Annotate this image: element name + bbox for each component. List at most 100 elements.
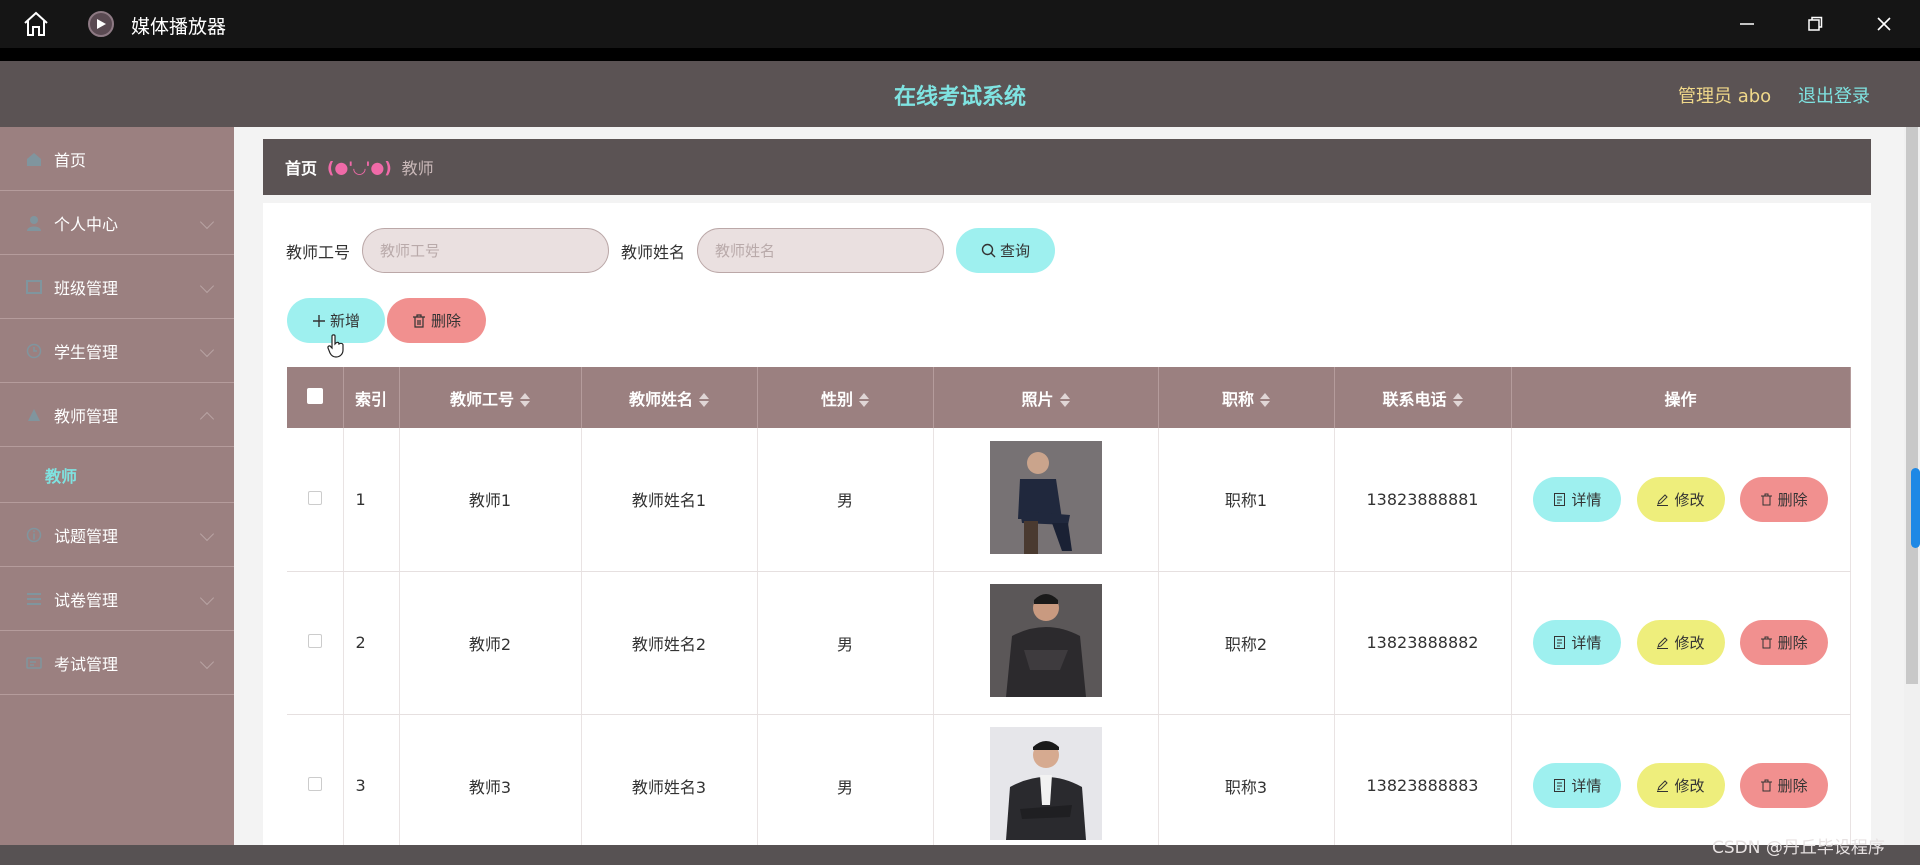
- query-button[interactable]: 查询: [956, 228, 1056, 273]
- hand-cursor-icon: [327, 334, 344, 358]
- teacher-photo[interactable]: [989, 727, 1102, 840]
- teacher-id-label: 教师工号: [286, 242, 351, 262]
- edit-icon: [1657, 637, 1669, 649]
- watermark: CSDN @丹丘毕设程序: [1712, 838, 1885, 858]
- sidebar-item-questions[interactable]: 试题管理: [0, 503, 234, 567]
- close-window-button[interactable]: [1870, 10, 1898, 38]
- cell-index: 3: [343, 714, 400, 858]
- sort-icon[interactable]: [1260, 393, 1270, 407]
- sort-icon[interactable]: [699, 393, 709, 407]
- breadcrumb-current: 教师: [401, 159, 434, 178]
- row-checkbox[interactable]: [307, 777, 322, 791]
- sidebar-item-papers[interactable]: 试卷管理: [0, 567, 234, 631]
- row-select-cell[interactable]: [287, 714, 344, 858]
- teacher-name-input[interactable]: 教师姓名: [697, 228, 945, 273]
- cell-gender: 男: [757, 714, 934, 858]
- cell-gender: 男: [757, 428, 934, 572]
- chevron-down-icon: [199, 342, 215, 358]
- breadcrumb-home[interactable]: 首页: [285, 155, 317, 179]
- column-header-title[interactable]: 职称: [1158, 367, 1335, 428]
- row-delete-button-label: 删除: [1777, 777, 1808, 795]
- cell-teacher-id: 教师1: [399, 428, 582, 572]
- sidebar-item-exam[interactable]: 考试管理: [0, 631, 234, 695]
- column-header-label: 照片: [1021, 389, 1054, 409]
- sort-icon[interactable]: [1452, 393, 1463, 407]
- column-header-phone[interactable]: 联系电话: [1334, 367, 1512, 428]
- edit-button[interactable]: 修改: [1636, 620, 1725, 665]
- row-delete-button[interactable]: 删除: [1739, 476, 1828, 522]
- sidebar-item-label: 试卷管理: [54, 590, 119, 610]
- column-header-gender[interactable]: 性别: [757, 367, 934, 428]
- teacher-id-input[interactable]: 教师工号: [362, 228, 610, 273]
- sidebar-item-label: 教师管理: [54, 406, 119, 426]
- row-select-cell[interactable]: [287, 428, 344, 572]
- media-player-logo-icon: [88, 11, 114, 37]
- chevron-down-icon: [199, 278, 215, 294]
- sidebar-item-home[interactable]: 首页: [0, 127, 234, 191]
- home-icon[interactable]: [22, 11, 50, 37]
- sidebar-item-teacher[interactable]: 教师管理: [0, 383, 234, 447]
- window-title: 媒体播放器: [131, 16, 227, 38]
- row-delete-button[interactable]: 删除: [1739, 620, 1828, 665]
- edit-button[interactable]: 修改: [1636, 476, 1725, 522]
- edit-button-label: 修改: [1674, 490, 1705, 509]
- detail-button[interactable]: 详情: [1533, 476, 1622, 522]
- row-select-cell[interactable]: [287, 571, 344, 715]
- cell-index: 2: [343, 571, 400, 715]
- delete-button[interactable]: 删除: [387, 298, 486, 343]
- sort-icon[interactable]: [1059, 393, 1070, 407]
- player-bottom-bar: [0, 845, 1920, 865]
- column-header-photo[interactable]: 照片: [933, 367, 1159, 428]
- document-icon: [1554, 492, 1566, 506]
- trash-icon: [1760, 493, 1772, 506]
- sidebar-item-student[interactable]: 学生管理: [0, 319, 234, 383]
- search-bar: 教师工号 教师工号 教师姓名 教师姓名 查询: [286, 228, 1056, 273]
- row-delete-button[interactable]: 删除: [1739, 763, 1828, 808]
- sort-icon[interactable]: [859, 393, 869, 407]
- edit-button[interactable]: 修改: [1636, 763, 1725, 808]
- detail-button[interactable]: 详情: [1533, 763, 1622, 808]
- sidebar-item-profile[interactable]: 个人中心: [0, 191, 234, 255]
- detail-button-label: 详情: [1571, 777, 1602, 795]
- select-all-cell[interactable]: [287, 367, 344, 428]
- teacher-photo[interactable]: [989, 584, 1102, 697]
- cell-photo: [933, 428, 1159, 572]
- teacher-photo[interactable]: [989, 440, 1102, 554]
- column-header-label: 职称: [1221, 389, 1254, 409]
- restore-button[interactable]: [1801, 10, 1829, 38]
- column-header-index: 索引: [343, 367, 400, 428]
- sort-icon[interactable]: [520, 393, 530, 407]
- minimize-button[interactable]: [1733, 10, 1761, 38]
- column-header-label: 教师工号: [449, 389, 514, 409]
- teacher-name-label: 教师姓名: [621, 242, 686, 262]
- row-checkbox[interactable]: [307, 490, 322, 505]
- sidebar-subitem-teacher[interactable]: 教师: [0, 447, 234, 503]
- cell-teacher-name: 教师姓名3: [581, 714, 758, 858]
- card-icon: [26, 656, 42, 669]
- add-button-label: 新增: [329, 312, 360, 330]
- cell-phone: 13823888881: [1334, 428, 1512, 572]
- column-header-label: 操作: [1664, 389, 1697, 409]
- cell-title: 职称2: [1158, 571, 1335, 715]
- cell-teacher-name: 教师姓名1: [581, 428, 758, 572]
- cell-phone: 13823888882: [1334, 571, 1512, 715]
- toolbar: 新增 删除: [287, 298, 486, 343]
- sidebar-item-label: 班级管理: [54, 278, 119, 298]
- trash-icon: [412, 313, 425, 328]
- select-all-checkbox[interactable]: [306, 387, 323, 404]
- delete-button-label: 删除: [430, 312, 461, 330]
- column-header-id[interactable]: 教师工号: [399, 367, 582, 428]
- scrollbar-thumb[interactable]: [1906, 127, 1918, 684]
- detail-button[interactable]: 详情: [1533, 620, 1622, 665]
- row-checkbox[interactable]: [307, 634, 322, 648]
- cell-teacher-id: 教师3: [399, 714, 582, 858]
- sidebar-item-class[interactable]: 班级管理: [0, 255, 234, 319]
- column-header-name[interactable]: 教师姓名: [581, 367, 758, 428]
- cell-actions: 详情 修改 删除: [1511, 428, 1851, 572]
- cell-index: 1: [343, 428, 400, 572]
- chevron-down-icon: [199, 526, 215, 542]
- chevron-up-icon: [199, 411, 215, 427]
- table-row: 2 教师2 教师姓名2 男 职称2 13823888882 详情 修改 删除: [287, 571, 1851, 715]
- logout-link[interactable]: 退出登录: [1798, 82, 1870, 108]
- side-floating-handle[interactable]: [1911, 468, 1920, 548]
